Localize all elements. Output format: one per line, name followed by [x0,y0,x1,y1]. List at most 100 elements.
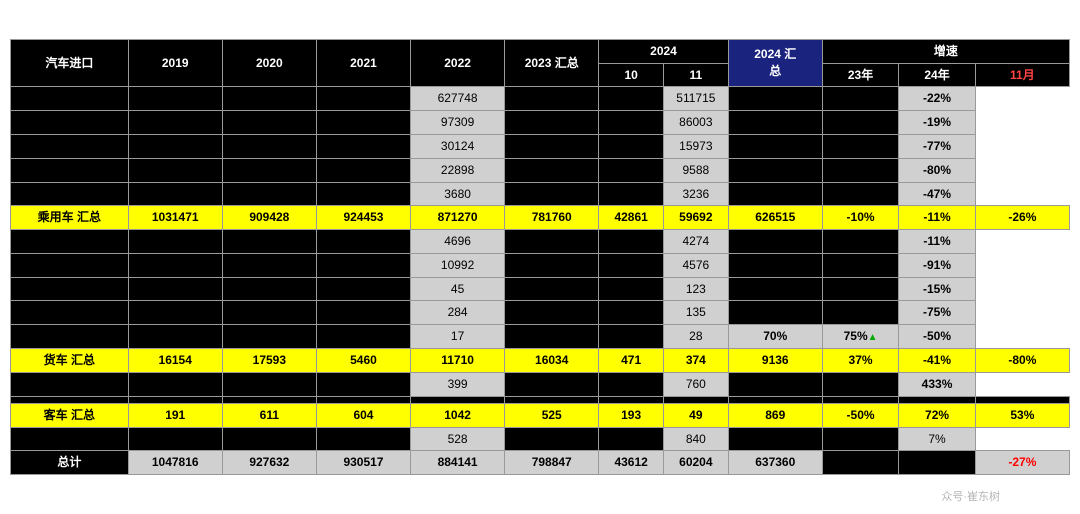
cell [11,230,129,254]
col-2022: 2022 [411,39,505,87]
cell: -80% [975,349,1069,373]
cell [11,325,129,349]
cell [505,158,599,182]
cell: 869 [728,403,822,427]
cell [728,134,822,158]
cell: 28 [663,325,728,349]
cell [505,373,599,397]
cell: 43612 [599,451,664,475]
cell [505,134,599,158]
cell: 374 [663,349,728,373]
table-row: 5288407% [11,427,1070,451]
table-row: 乘用车 汇总1031471909428924453871270781760428… [11,206,1070,230]
table-row: 627748511715-22% [11,87,1070,111]
cell [822,277,898,301]
cell [822,182,898,206]
cell [505,182,599,206]
cell: 627748 [411,87,505,111]
cell [128,111,222,135]
cell: -15% [899,277,975,301]
cell [222,325,316,349]
cell: 511715 [663,87,728,111]
cell: 798847 [505,451,599,475]
cell [222,277,316,301]
cell [316,301,410,325]
header-row: 汽车进口 2019 2020 2021 2022 2023 汇总 2024 20… [11,39,1070,63]
cell [599,277,664,301]
cell: -50% [822,403,898,427]
table-row: 45123-15% [11,277,1070,301]
cell [599,230,664,254]
cell: 72% [899,403,975,427]
cell [728,253,822,277]
cell: 760 [663,373,728,397]
col-2021: 2021 [316,39,410,87]
cell: 4576 [663,253,728,277]
cell [316,158,410,182]
table-body: 627748511715-22%9730986003-19%3012415973… [11,87,1070,475]
cell: 924453 [316,206,410,230]
col-nov: 11月 [975,63,1069,87]
cell: -75% [899,301,975,325]
cell [128,325,222,349]
cell [599,87,664,111]
cell: -80% [899,158,975,182]
cell [11,182,129,206]
cell: 11710 [411,349,505,373]
cell [222,182,316,206]
cell [728,158,822,182]
cell [599,373,664,397]
cell: 22898 [411,158,505,182]
cell: 4274 [663,230,728,254]
cell [505,277,599,301]
cell: -11% [899,230,975,254]
cell [822,134,898,158]
cell: 927632 [222,451,316,475]
cell [599,134,664,158]
cell [128,427,222,451]
cell: 626515 [728,206,822,230]
cell [599,396,664,403]
cell [728,111,822,135]
col-2024-group: 2024 [599,39,728,63]
cell [222,158,316,182]
table-row [11,396,1070,403]
cell: -41% [899,349,975,373]
cell [599,158,664,182]
col-11: 11 [663,63,728,87]
cell: 840 [663,427,728,451]
col-10: 10 [599,63,664,87]
cell [316,427,410,451]
cell [728,396,822,403]
table-row: 284135-75% [11,301,1070,325]
cell [316,325,410,349]
cell: -27% [975,451,1069,475]
cell [822,253,898,277]
cell [128,230,222,254]
cell: 611 [222,403,316,427]
cell: -50% [899,325,975,349]
cell [728,277,822,301]
cell [11,134,129,158]
cell [222,396,316,403]
cell: 884141 [411,451,505,475]
cell: 604 [316,403,410,427]
cell [822,87,898,111]
cell: 16034 [505,349,599,373]
cell: 70% [728,325,822,349]
cell [11,396,129,403]
table-row: 客车 汇总191611604104252519349869-50%72%53% [11,403,1070,427]
cell [316,111,410,135]
cell: 9136 [728,349,822,373]
cell [316,373,410,397]
cell [411,396,505,403]
cell [128,87,222,111]
cell: 5460 [316,349,410,373]
cell [222,134,316,158]
cell: 399 [411,373,505,397]
cell [599,325,664,349]
cell [316,230,410,254]
cell [599,301,664,325]
cell: 17593 [222,349,316,373]
cell [599,182,664,206]
